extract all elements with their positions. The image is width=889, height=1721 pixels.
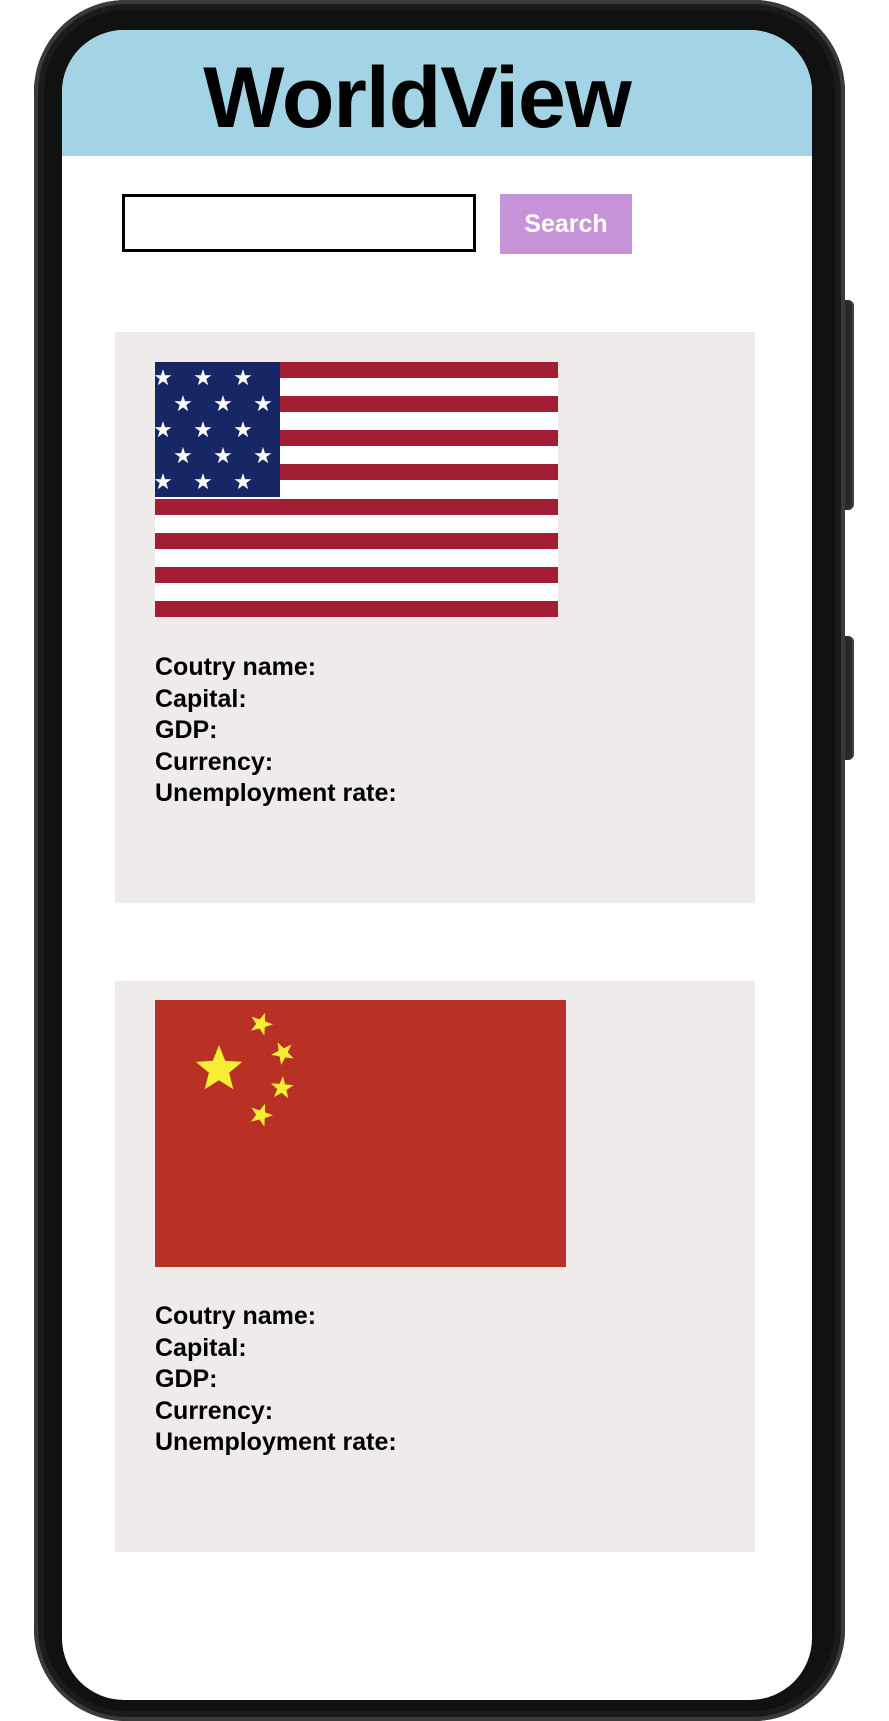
svg-text:★: ★ (173, 444, 193, 469)
country-info-list: Coutry name: Capital: GDP: Currency: Une… (155, 652, 397, 810)
currency-label: Currency: (155, 1396, 274, 1425)
svg-text:★: ★ (213, 392, 233, 417)
country-name-label: Coutry name: (155, 1302, 317, 1330)
app-title: WorldView (203, 50, 631, 146)
unemployment-rate-label: Unemployment rate: (155, 1428, 397, 1456)
svg-text:★: ★ (173, 392, 193, 417)
svg-text:★: ★ (193, 470, 213, 495)
china-flag (155, 1000, 566, 1267)
capital-label: Capital: (155, 684, 247, 713)
svg-text:★: ★ (253, 392, 273, 417)
gdp-label: GDP: (155, 716, 218, 744)
svg-text:★: ★ (155, 418, 173, 443)
currency-label: Currency: (155, 747, 274, 776)
phone-screen: WorldView Search ★ ★ ★ ★ ★ ★ ★ ★ ★ ★ ★ ★… (62, 30, 812, 1700)
svg-text:★: ★ (193, 418, 213, 443)
svg-text:★: ★ (233, 366, 253, 391)
country-card: ★ ★ ★ ★ ★ ★ ★ ★ ★ ★ ★ ★ ★ ★ ★ Coutry name: Capital… (115, 332, 755, 903)
svg-text:★: ★ (233, 418, 253, 443)
page: WorldView Search ★ ★ ★ ★ ★ ★ ★ ★ ★ ★ ★ ★… (0, 0, 889, 1721)
unemployment-rate-label: Unemployment rate: (155, 779, 397, 807)
country-name-label: Coutry name: (155, 653, 317, 681)
capital-label: Capital: (155, 1333, 247, 1362)
power-button (845, 636, 854, 760)
country-info-list: Coutry name: Capital: GDP: Currency: Une… (155, 1301, 397, 1459)
svg-text:★: ★ (213, 444, 233, 469)
svg-text:★: ★ (155, 366, 173, 391)
country-card: Coutry name: Capital: GDP: Currency: Une… (115, 981, 755, 1552)
svg-text:★: ★ (155, 470, 173, 495)
usa-flag: ★ ★ ★ ★ ★ ★ ★ ★ ★ ★ ★ ★ ★ ★ ★ (155, 362, 558, 617)
svg-text:★: ★ (233, 470, 253, 495)
search-button[interactable]: Search (500, 194, 632, 254)
search-input[interactable] (122, 194, 476, 252)
svg-text:★: ★ (253, 444, 273, 469)
gdp-label: GDP: (155, 1365, 218, 1393)
svg-text:★: ★ (193, 366, 213, 391)
volume-button (845, 300, 854, 510)
app-header: WorldView (62, 30, 812, 156)
